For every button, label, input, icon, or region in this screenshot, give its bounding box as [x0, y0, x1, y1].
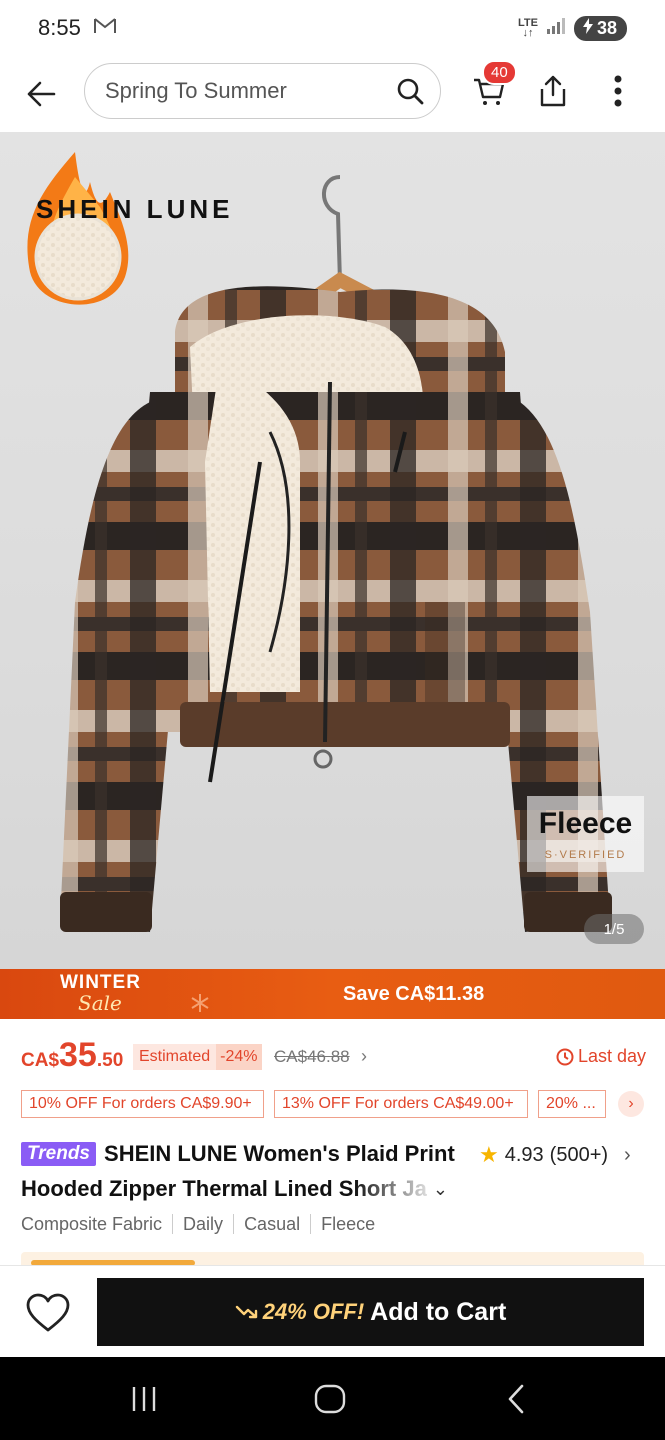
discount-percent: -24% — [216, 1044, 262, 1070]
attribute-tags: Composite Fabric Daily Casual Fleece — [21, 1214, 385, 1234]
status-time: 8:55 — [38, 15, 81, 40]
winter-sale-banner[interactable]: WINTER Sale Save CA$11.38 — [0, 969, 665, 1019]
tag-composite-fabric: Composite Fabric — [21, 1214, 163, 1234]
price-cents: .50 — [96, 1050, 124, 1071]
product-title-block[interactable]: Trends SHEIN LUNE Women's Plaid Print ★ … — [21, 1138, 646, 1206]
status-right: LTE ↓↑ 38 — [518, 15, 627, 41]
winter-sale-logo-line1: WINTER — [60, 972, 141, 993]
bottom-action-bar: 24% OFF! Add to Cart — [0, 1265, 665, 1357]
brand-logo: SHEIN LUNE — [36, 194, 234, 224]
product-title-line1: SHEIN LUNE Women's Plaid Print — [104, 1141, 455, 1166]
cart-button[interactable]: 40 — [462, 60, 517, 118]
tag-casual: Casual — [233, 1214, 310, 1234]
status-bar: 8:55 LTE ↓↑ 38 — [0, 0, 665, 56]
deadline-indicator: Last day — [556, 1046, 646, 1067]
cta-label: Add to Cart — [370, 1297, 507, 1326]
trends-badge: Trends — [21, 1142, 97, 1166]
star-icon: ★ — [479, 1142, 499, 1167]
coupon-13-off[interactable]: 13% OFF For orders CA$49.00+ — [274, 1090, 528, 1118]
rating-value: 4.93 — [504, 1143, 544, 1166]
winter-sale-logo: WINTER Sale — [60, 972, 141, 1015]
cart-count-badge: 40 — [482, 60, 517, 85]
estimated-discount-tag: Estimated -24% — [133, 1044, 262, 1070]
recent-apps-button[interactable] — [114, 1377, 174, 1421]
back-arrow-icon — [27, 81, 56, 107]
lte-indicator: LTE ↓↑ — [518, 17, 538, 39]
trend-down-icon — [235, 1305, 257, 1319]
signal-icon — [546, 17, 566, 40]
next-section-peek — [21, 1252, 644, 1266]
save-amount: Save CA$11.38 — [343, 983, 485, 1005]
heart-icon — [26, 1293, 70, 1332]
deadline-text: Last day — [577, 1046, 646, 1066]
top-header: Spring To Summer 40 — [0, 56, 665, 132]
more-vertical-icon — [614, 75, 622, 107]
search-input[interactable]: Spring To Summer — [84, 63, 441, 119]
fleece-badge-title: Fleece — [538, 807, 633, 840]
more-options-button[interactable] — [596, 64, 640, 118]
wishlist-button[interactable] — [22, 1290, 74, 1336]
title-line-2: Hooded Zipper Thermal Lined Short Ja ⌄ — [21, 1172, 646, 1206]
original-price[interactable]: CA$46.88 — [274, 1047, 350, 1067]
back-button[interactable] — [16, 69, 66, 119]
home-icon — [314, 1384, 346, 1414]
snowflake-icon — [191, 994, 209, 1012]
tag-daily: Daily — [172, 1214, 233, 1234]
cta-discount: 24% OFF! — [235, 1299, 364, 1325]
tag-fleece: Fleece — [310, 1214, 385, 1234]
price-row: CA$ 35 .50 Estimated -24% CA$46.88 › Las… — [21, 1036, 646, 1080]
cta-discount-text: 24% OFF! — [262, 1299, 365, 1324]
system-back-button[interactable] — [486, 1377, 546, 1421]
image-counter: 1/5 — [584, 914, 644, 944]
search-placeholder: Spring To Summer — [105, 78, 287, 103]
share-icon — [540, 75, 566, 107]
price-amount: 35 — [59, 1036, 97, 1074]
product-image-gallery[interactable]: SHEIN LUNE Fleece S·VERIFIED 1/5 — [0, 132, 665, 969]
more-coupons-button[interactable]: › — [618, 1091, 644, 1117]
chevron-down-icon[interactable]: ⌄ — [433, 1179, 448, 1200]
gmail-icon — [93, 17, 117, 40]
coupon-20-off[interactable]: 20% ... — [538, 1090, 606, 1118]
recent-apps-icon — [132, 1387, 156, 1411]
rating-summary[interactable]: ★ 4.93 (500+) › — [479, 1142, 631, 1168]
fleece-verified-badge: Fleece S·VERIFIED — [527, 796, 644, 872]
chevron-right-icon[interactable]: › — [361, 1046, 367, 1067]
system-nav-bar — [0, 1357, 665, 1440]
battery-level: 38 — [596, 17, 617, 38]
share-button[interactable] — [528, 64, 578, 118]
add-to-cart-button[interactable]: 24% OFF! Add to Cart — [97, 1278, 644, 1346]
coupon-10-off[interactable]: 10% OFF For orders CA$9.90+ — [21, 1090, 264, 1118]
clock-icon — [556, 1048, 574, 1065]
battery-icon — [582, 17, 594, 39]
status-left: 8:55 — [38, 15, 117, 41]
winter-sale-logo-line2: Sale — [78, 991, 122, 1015]
price-currency: CA$ — [21, 1050, 60, 1071]
fleece-badge-subtitle: S·VERIFIED — [544, 849, 627, 861]
system-back-icon — [508, 1384, 524, 1414]
rating-count: (500+) — [549, 1143, 609, 1166]
product-title-line2: Hooded Zipper Thermal Lined Short Ja — [21, 1176, 427, 1201]
coupon-row: 10% OFF For orders CA$9.90+ 13% OFF For … — [21, 1090, 646, 1118]
search-icon[interactable] — [396, 77, 424, 105]
chevron-right-icon: › — [624, 1143, 631, 1166]
home-button[interactable] — [300, 1377, 360, 1421]
battery-indicator: 38 — [573, 15, 627, 41]
estimated-label: Estimated — [139, 1048, 211, 1065]
